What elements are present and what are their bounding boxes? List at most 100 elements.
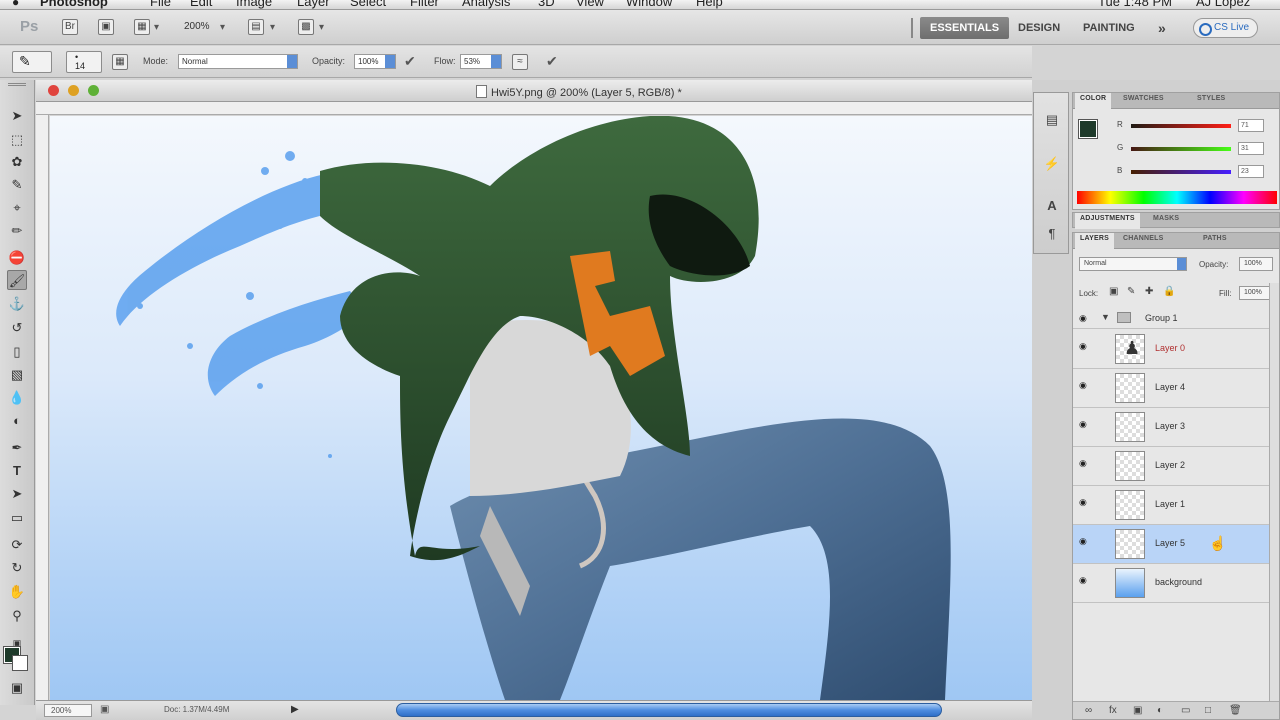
chevron-down-icon[interactable]: ▾ — [319, 22, 324, 33]
pressure-size-icon[interactable]: ✔ — [546, 53, 558, 70]
visibility-eye-icon[interactable]: ◉ — [1079, 381, 1089, 390]
minimize-window-button[interactable] — [68, 85, 79, 96]
color-foreground-swatch[interactable] — [1078, 119, 1098, 139]
document-canvas[interactable] — [50, 116, 1060, 700]
layer-row[interactable]: ◉ Layer 2 — [1073, 447, 1269, 486]
tab-paths[interactable]: PATHS — [1203, 235, 1227, 242]
menu-view[interactable]: View — [576, 0, 604, 9]
menu-help[interactable]: Help — [696, 0, 723, 9]
tab-layers[interactable]: LAYERS — [1075, 233, 1114, 249]
lock-pixels-icon[interactable]: ✎ — [1127, 286, 1135, 297]
clone-stamp-icon[interactable]: ⚓ — [7, 294, 27, 314]
visibility-eye-icon[interactable]: ◉ — [1079, 537, 1089, 546]
background-color-swatch[interactable] — [12, 655, 28, 671]
menu-3d[interactable]: 3D — [538, 0, 555, 9]
paragraph-icon[interactable]: ¶ — [1043, 225, 1061, 243]
visibility-eye-icon[interactable]: ◉ — [1079, 576, 1089, 585]
green-value[interactable]: 31 — [1238, 142, 1264, 155]
new-layer-icon[interactable]: □ — [1205, 705, 1211, 716]
horizontal-ruler[interactable] — [36, 102, 1060, 115]
flow-field[interactable]: 53% — [460, 54, 502, 69]
layers-scrollbar[interactable] — [1269, 283, 1279, 703]
adjustment-layer-icon[interactable]: ◐ — [1157, 705, 1163, 716]
vertical-ruler[interactable] — [36, 115, 49, 700]
menu-window[interactable]: Window — [626, 0, 672, 9]
visibility-eye-icon[interactable]: ◉ — [1079, 314, 1089, 323]
tab-channels[interactable]: CHANNELS — [1123, 235, 1164, 242]
brush-panel-toggle-icon[interactable]: ▦ — [112, 54, 128, 70]
blur-tool-icon[interactable]: 💧 — [7, 388, 27, 408]
character-icon[interactable]: A — [1043, 197, 1061, 215]
status-menu-arrow-icon[interactable]: ▶ — [291, 704, 299, 715]
workspace-design-button[interactable]: DESIGN — [1008, 17, 1070, 39]
green-slider[interactable] — [1131, 147, 1231, 151]
menu-user[interactable]: AJ Lopez — [1196, 0, 1250, 9]
status-icon[interactable]: ▣ — [100, 704, 109, 715]
shape-tool-icon[interactable]: ▭ — [7, 508, 27, 528]
blue-value[interactable]: 23 — [1238, 165, 1264, 178]
move-tool-icon[interactable]: ➤ — [7, 106, 27, 126]
menu-edit[interactable]: Edit — [190, 0, 212, 9]
3d-orbit-icon[interactable]: ↻ — [7, 558, 27, 578]
link-layers-icon[interactable]: ∞ — [1085, 705, 1092, 716]
tab-color[interactable]: COLOR — [1075, 93, 1112, 109]
delete-layer-icon[interactable]: 🗑 — [1229, 705, 1242, 716]
menu-file[interactable]: File — [150, 0, 171, 9]
quick-mask-icon[interactable]: ▣ — [7, 678, 27, 698]
pen-tool-icon[interactable]: ✒ — [7, 438, 27, 458]
blend-mode-select[interactable]: Normal — [1079, 257, 1187, 271]
layer-row-selected[interactable]: ◉ Layer 5 ☝ — [1073, 525, 1269, 564]
zoom-level-select[interactable]: 200% — [184, 21, 210, 32]
path-select-icon[interactable]: ➤ — [7, 484, 27, 504]
dodge-tool-icon[interactable]: ◐ — [7, 411, 27, 431]
tab-masks[interactable]: MASKS — [1153, 215, 1179, 222]
menu-analysis[interactable]: Analysis — [462, 0, 510, 9]
new-group-icon[interactable]: ▭ — [1181, 705, 1190, 716]
opacity-field[interactable]: 100% — [354, 54, 396, 69]
mode-select[interactable]: Normal — [178, 54, 298, 69]
menu-image[interactable]: Image — [236, 0, 272, 9]
tab-styles[interactable]: STYLES — [1197, 95, 1225, 102]
workspace-essentials-button[interactable]: ESSENTIALS — [920, 17, 1010, 39]
red-value[interactable]: 71 — [1238, 119, 1264, 132]
lock-all-icon[interactable]: 🔒 — [1163, 286, 1175, 297]
arrange-documents-icon[interactable]: ▤ — [248, 19, 264, 35]
history-brush-icon[interactable]: ↺ — [7, 318, 27, 338]
quick-select-tool-icon[interactable]: ✎ — [7, 175, 27, 195]
marquee-tool-icon[interactable]: ⬚ — [7, 130, 27, 150]
fill-field[interactable]: 100% — [1239, 286, 1273, 300]
eyedropper-tool-icon[interactable]: ✏ — [7, 221, 27, 241]
3d-rotate-icon[interactable]: ⟳ — [7, 535, 27, 555]
add-mask-icon[interactable]: ▣ — [1133, 705, 1142, 716]
visibility-eye-icon[interactable]: ◉ — [1079, 420, 1089, 429]
tab-adjustments[interactable]: ADJUSTMENTS — [1075, 213, 1140, 229]
color-spectrum-bar[interactable] — [1077, 191, 1277, 204]
menu-filter[interactable]: Filter — [410, 0, 439, 9]
zoom-tool-icon[interactable]: ⚲ — [7, 606, 27, 626]
cs-live-button[interactable]: CS Live — [1193, 18, 1259, 38]
apple-icon[interactable]: ● — [12, 0, 19, 9]
layer-opacity-field[interactable]: 100% — [1239, 257, 1273, 271]
menu-clock[interactable]: Tue 1:48 PM — [1098, 0, 1172, 9]
layer-row[interactable]: ◉ Layer 4 — [1073, 369, 1269, 408]
bridge-icon[interactable]: Br — [62, 19, 78, 35]
horizontal-scroll-thumb[interactable] — [396, 703, 942, 717]
menu-layer[interactable]: Layer — [297, 0, 330, 9]
brush-tool-icon[interactable]: 🖌 — [7, 270, 27, 290]
tool-preset-picker[interactable]: ✎ — [12, 51, 52, 73]
lock-position-icon[interactable]: ✚ — [1145, 286, 1153, 297]
chevron-down-icon[interactable]: ▾ — [270, 22, 275, 33]
menu-select[interactable]: Select — [350, 0, 386, 9]
chevron-down-icon[interactable]: ▾ — [154, 22, 159, 33]
mini-bridge-icon[interactable]: ▣ — [98, 19, 114, 35]
layer-row[interactable]: ◉ ♟ Layer 0 — [1073, 330, 1269, 369]
airbrush-icon[interactable]: ≈ — [512, 54, 528, 70]
status-zoom-field[interactable]: 200% — [44, 704, 92, 717]
type-tool-icon[interactable]: T — [7, 461, 27, 481]
view-extras-icon[interactable]: ▦ — [134, 19, 150, 35]
layer-row[interactable]: ◉ Layer 3 — [1073, 408, 1269, 447]
visibility-eye-icon[interactable]: ◉ — [1079, 342, 1089, 351]
menu-app[interactable]: Photoshop — [40, 0, 108, 9]
zoom-window-button[interactable] — [88, 85, 99, 96]
layer-row[interactable]: ◉ background — [1073, 564, 1269, 603]
